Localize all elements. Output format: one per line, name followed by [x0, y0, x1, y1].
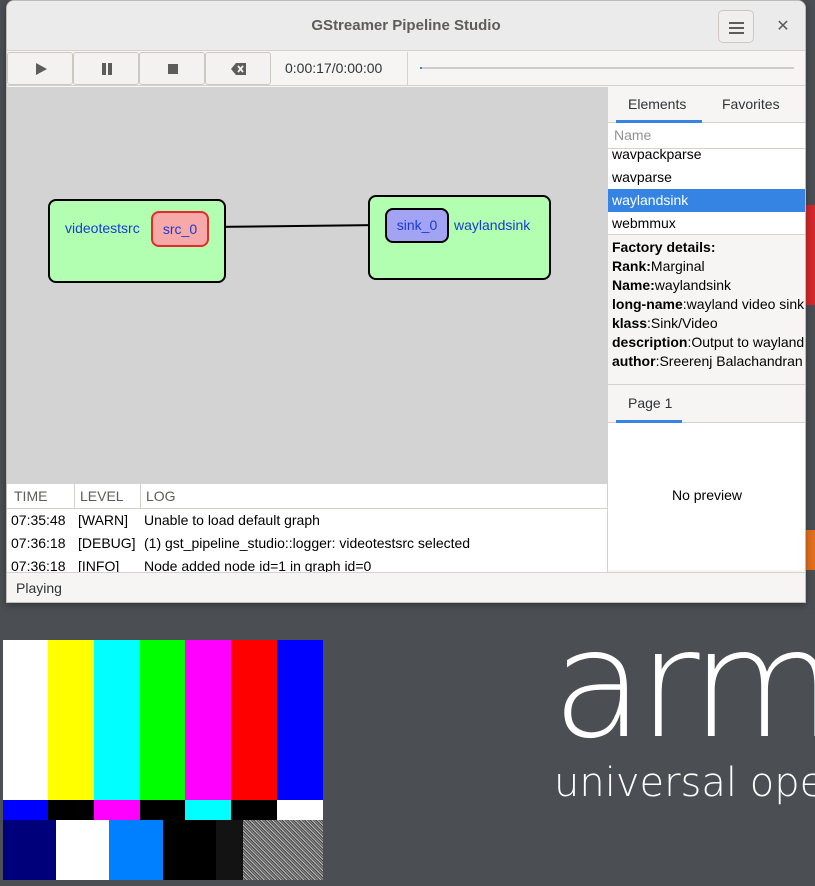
tab-elements[interactable]: Elements: [628, 96, 686, 112]
element-list[interactable]: wavpackparse wavparse waylandsink webmmu…: [608, 149, 805, 235]
column-header[interactable]: LOG: [146, 488, 176, 504]
app-window: GStreamer Pipeline Studio ✕ 0:00:17/0:00…: [6, 0, 806, 603]
longname-value: :wayland video sink: [682, 296, 805, 312]
tab-page-1[interactable]: Page 1: [628, 395, 672, 411]
log-panel: TIME LEVEL LOG 07:35:48 [WARN] Unable to…: [7, 484, 607, 572]
element-sidebar: Elements Favorites Name wavpackparse wav…: [607, 87, 805, 572]
toolbar-separator: [407, 52, 408, 85]
seek-progress: [420, 67, 422, 69]
log-header: TIME LEVEL LOG: [7, 484, 607, 509]
log-message: (1) gst_pipeline_studio::logger: videote…: [144, 535, 471, 551]
log-row[interactable]: 07:35:48 [WARN] Unable to load default g…: [7, 509, 607, 532]
element-name-header[interactable]: Name: [608, 123, 805, 149]
hamburger-icon: [729, 22, 744, 24]
arm-tagline: universal oper: [554, 760, 815, 806]
src-pad[interactable]: src_0: [151, 211, 209, 247]
wallpaper-orange-shape: [806, 530, 815, 570]
link-layer: [208, 224, 388, 228]
graph-canvas[interactable]: videotestsrc src_0 sink_0 waylandsink: [7, 87, 607, 484]
play-icon: [36, 63, 47, 75]
list-item[interactable]: wavparse: [608, 166, 805, 189]
description-value: :Output to wayland surface: [687, 334, 805, 350]
author-value: :Sreerenj Balachandran: [655, 353, 803, 369]
stop-icon: [168, 64, 178, 74]
toolbar: 0:00:17/0:00:00: [7, 51, 805, 86]
pad-link: [208, 224, 388, 228]
column-header[interactable]: LEVEL: [80, 488, 124, 504]
log-level: [INFO]: [78, 558, 120, 572]
pause-icon: [102, 63, 112, 75]
log-message: Unable to load default graph: [144, 512, 320, 528]
list-item-selected[interactable]: waylandsink: [608, 189, 805, 212]
main-menu-button[interactable]: [718, 10, 754, 43]
node-title: waylandsink: [454, 217, 531, 233]
log-row[interactable]: 07:36:18 [DEBUG] (1) gst_pipeline_studio…: [7, 532, 607, 555]
log-level: [DEBUG]: [78, 535, 136, 551]
seek-slider[interactable]: [420, 67, 794, 69]
log-message: Node added node id=1 in graph id=0: [144, 558, 372, 572]
log-time: 07:36:18: [11, 558, 66, 572]
wallpaper-red-shape: [805, 205, 815, 305]
status-bar: Playing: [7, 572, 805, 602]
log-row[interactable]: 07:36:18 [INFO] Node added node id=1 in …: [7, 555, 607, 572]
close-button[interactable]: ✕: [771, 14, 795, 38]
log-time: 07:35:48: [11, 512, 66, 528]
sink-pad[interactable]: sink_0: [385, 208, 449, 243]
name-value: waylandsink: [654, 277, 732, 293]
video-test-pattern: [3, 640, 323, 880]
sidebar-tabs: Elements Favorites: [608, 87, 805, 123]
time-label: 0:00:17/0:00:00: [285, 60, 383, 76]
stop-button[interactable]: [139, 52, 205, 85]
list-item[interactable]: webmmux: [608, 212, 805, 234]
preview-placeholder: No preview: [671, 487, 743, 503]
node-title: videotestsrc: [65, 220, 140, 236]
preview-area: No preview: [608, 423, 805, 570]
clear-icon: [231, 63, 246, 75]
arm-logo: arm: [552, 598, 815, 772]
factory-details: Factory details: Rank:Marginal Name:wayl…: [608, 235, 805, 385]
node-waylandsink[interactable]: sink_0 waylandsink: [368, 195, 551, 280]
tab-favorites[interactable]: Favorites: [722, 96, 780, 112]
pause-button[interactable]: [73, 52, 139, 85]
log-level: [WARN]: [78, 512, 129, 528]
rank-value: Marginal: [650, 258, 705, 274]
node-videotestsrc[interactable]: videotestsrc src_0: [48, 199, 226, 283]
preview-tabs: Page 1: [608, 385, 805, 423]
status-text: Playing: [16, 580, 62, 596]
details-heading: Factory details:: [612, 239, 716, 255]
close-icon: ✕: [776, 16, 790, 35]
play-button[interactable]: [7, 52, 73, 85]
window-title: GStreamer Pipeline Studio: [311, 17, 501, 34]
clear-button[interactable]: [205, 52, 271, 85]
list-item[interactable]: wavpackparse: [608, 149, 805, 166]
header-bar: GStreamer Pipeline Studio ✕: [7, 1, 805, 51]
column-header[interactable]: TIME: [14, 488, 47, 504]
klass-value: :Sink/Video: [647, 315, 718, 331]
log-time: 07:36:18: [11, 535, 66, 551]
